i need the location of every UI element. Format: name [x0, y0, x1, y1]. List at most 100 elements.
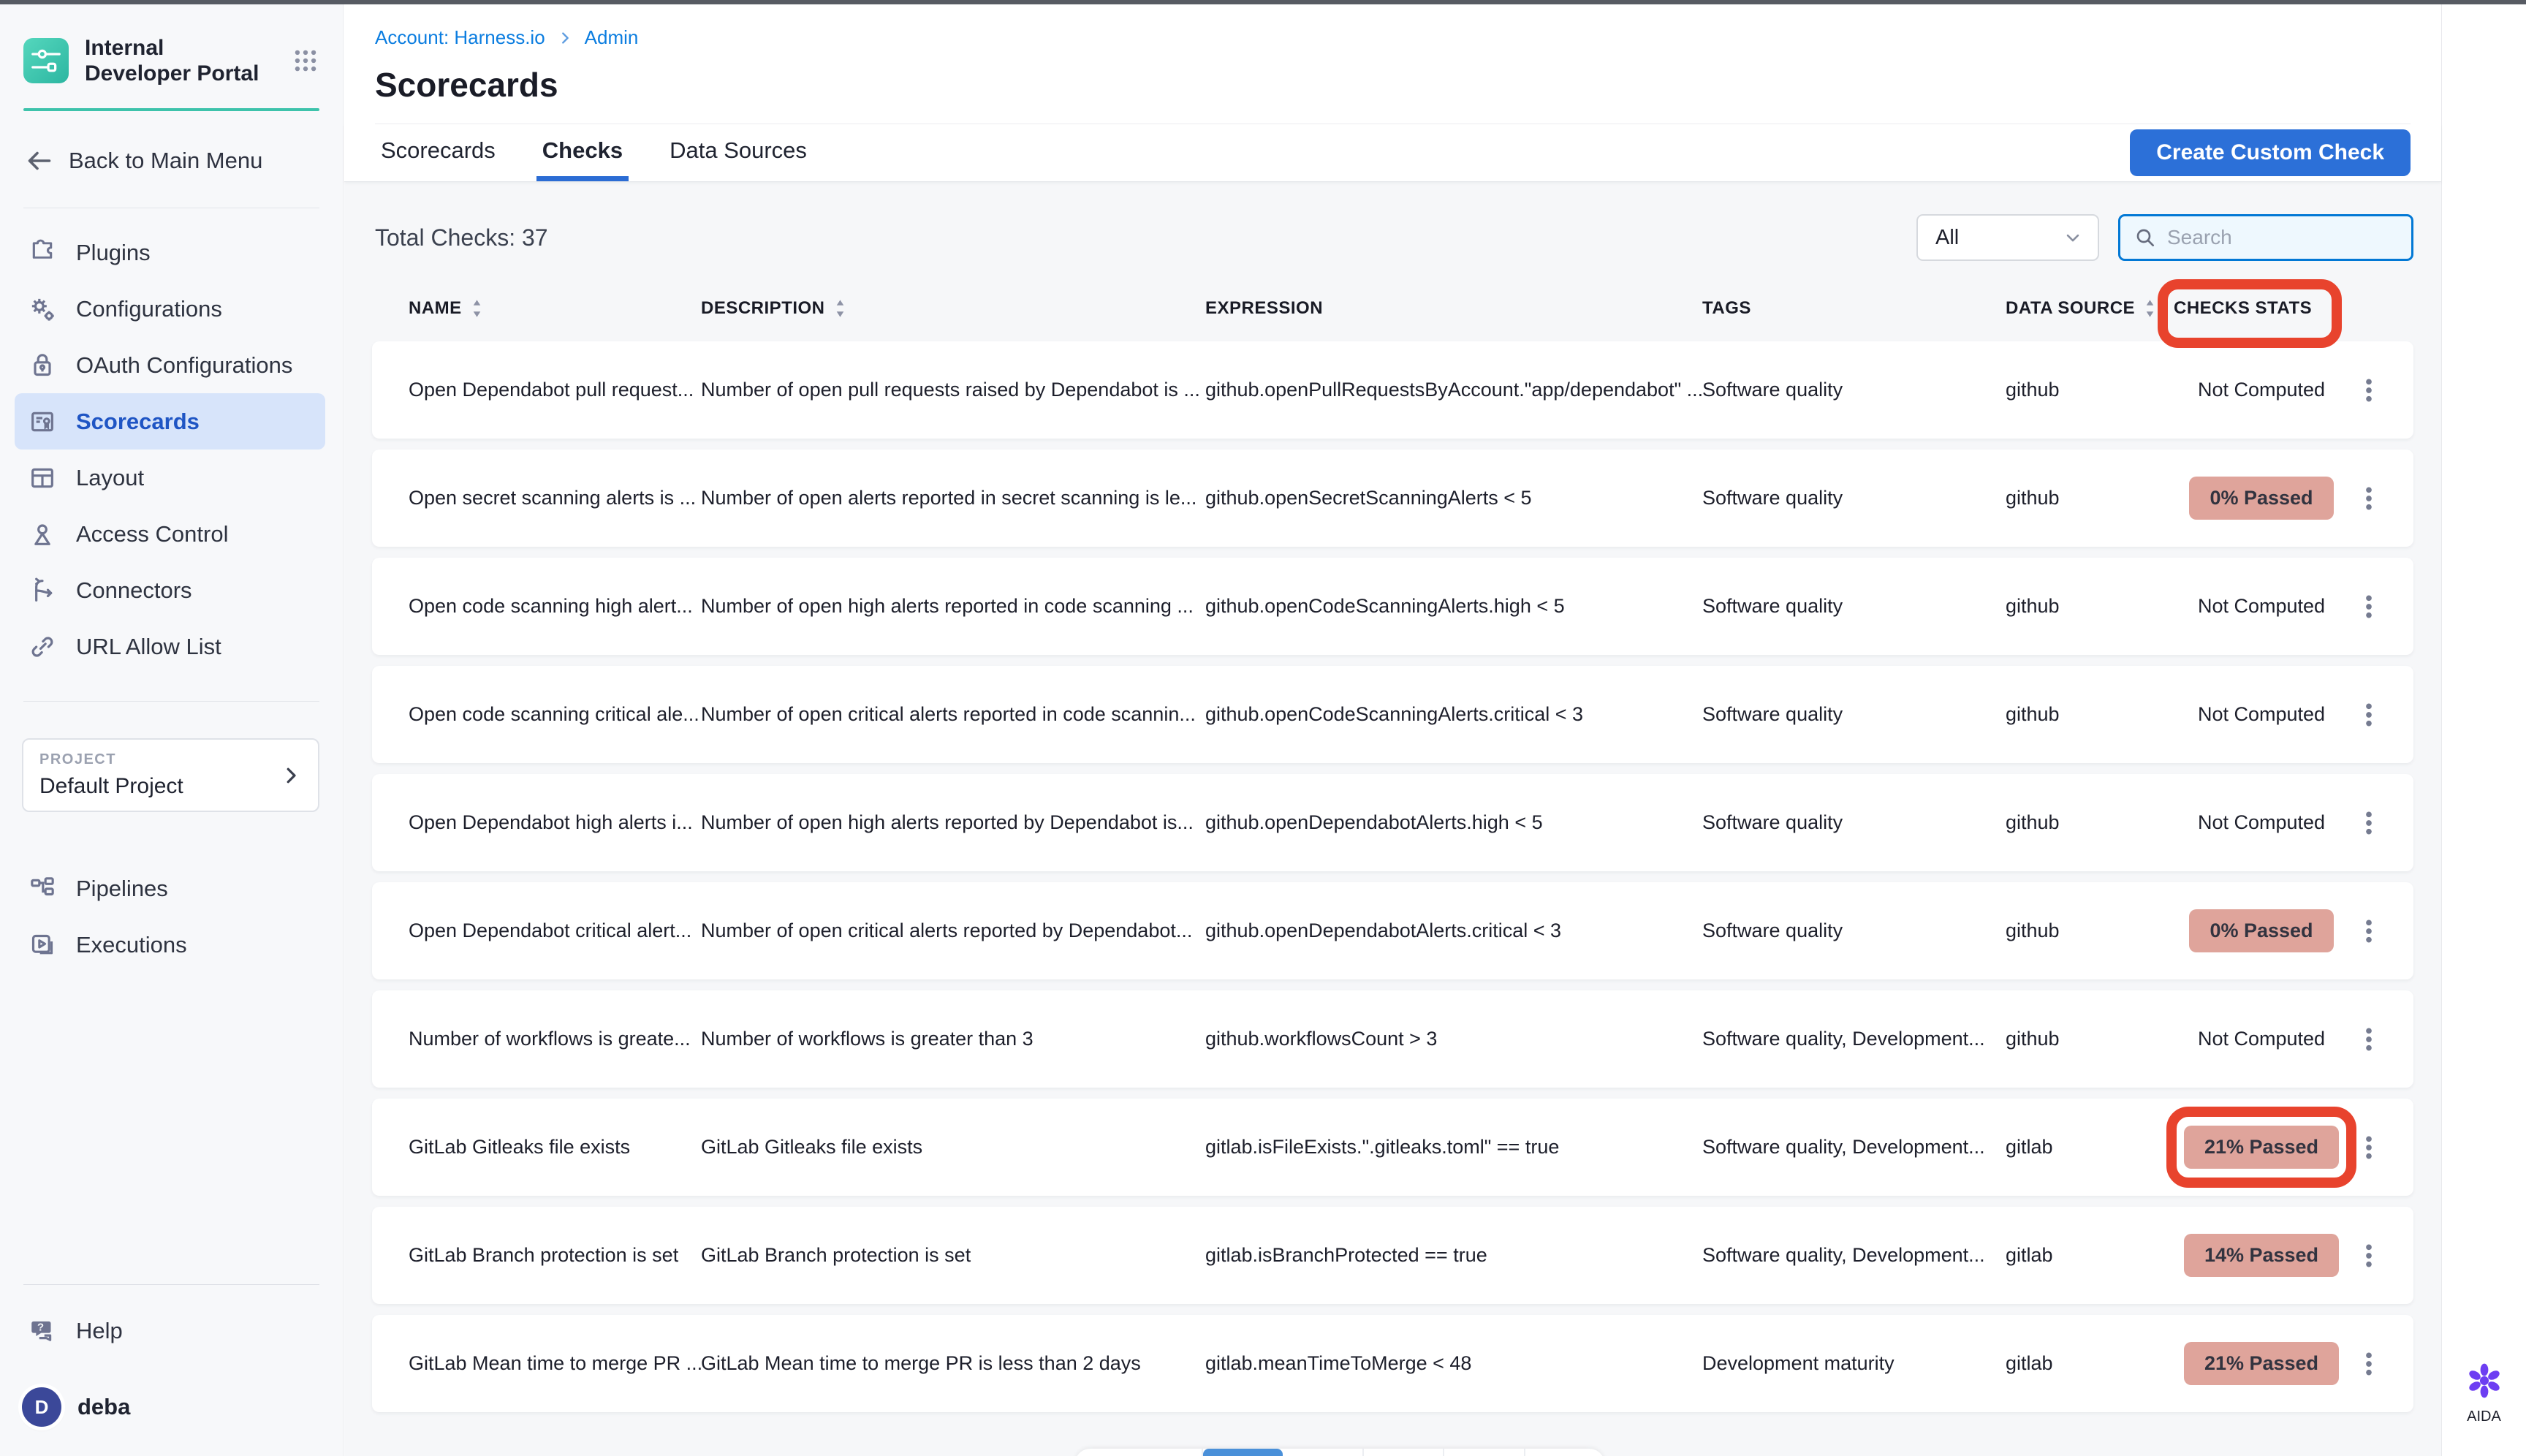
project-selector[interactable]: PROJECT Default Project: [22, 738, 319, 812]
search-icon: [2134, 226, 2157, 249]
check-expression: github.openDependabotAlerts.high < 5: [1205, 811, 1702, 834]
check-expression: github.openDependabotAlerts.critical < 3: [1205, 920, 1702, 942]
row-menu-kebab-icon[interactable]: [2354, 592, 2383, 621]
row-menu-kebab-icon[interactable]: [2354, 1349, 2383, 1379]
sidebar-nav-item[interactable]: OAuth Configurations: [15, 337, 325, 393]
table-row[interactable]: GitLab Mean time to merge PR ... GitLab …: [372, 1315, 2413, 1412]
check-description: Number of workflows is greater than 3: [701, 1028, 1205, 1050]
table-row[interactable]: GitLab Branch protection is set GitLab B…: [372, 1207, 2413, 1304]
column-header: CHECKS STATS: [2174, 298, 2349, 319]
pagination-page[interactable]: [1364, 1449, 1445, 1456]
pagination-bar: [1074, 1449, 1605, 1456]
brand-rule: [23, 108, 319, 111]
table-row[interactable]: GitLab Gitleaks file exists GitLab Gitle…: [372, 1099, 2413, 1196]
check-data-source: github: [2006, 703, 2174, 726]
check-tags: Software quality: [1702, 920, 2006, 942]
create-custom-check-button[interactable]: Create Custom Check: [2130, 129, 2411, 176]
check-name: GitLab Mean time to merge PR ...: [409, 1352, 701, 1375]
check-description: Number of open pull requests raised by D…: [701, 379, 1205, 401]
help-chat-icon: [28, 1316, 58, 1346]
aida-assistant-button[interactable]: AIDA: [2442, 1360, 2526, 1425]
table-row[interactable]: Number of workflows is greate... Number …: [372, 990, 2413, 1088]
check-name: Open code scanning critical ale...: [409, 703, 701, 726]
check-expression: github.openPullRequestsByAccount."app/de…: [1205, 379, 1702, 401]
row-menu-kebab-icon[interactable]: [2354, 1133, 2383, 1162]
check-stats: Not Computed: [2174, 703, 2349, 726]
pagination-next[interactable]: [1525, 1449, 1605, 1456]
sort-icon[interactable]: [2144, 298, 2156, 319]
check-description: GitLab Gitleaks file exists: [701, 1136, 1205, 1159]
check-description: GitLab Mean time to merge PR is less tha…: [701, 1352, 1205, 1375]
status-badge: 0% Passed: [2189, 909, 2333, 952]
chevron-down-icon: [2063, 227, 2083, 248]
sort-icon[interactable]: [471, 298, 483, 319]
sort-icon[interactable]: [834, 298, 846, 319]
avatar: D: [22, 1387, 61, 1427]
check-name: Open Dependabot critical alert...: [409, 920, 701, 942]
app-title: Internal Developer Portal: [85, 35, 260, 86]
row-menu-kebab-icon[interactable]: [2354, 700, 2383, 729]
status-badge: 14% Passed: [2184, 1234, 2339, 1277]
back-to-main-menu[interactable]: Back to Main Menu: [26, 148, 319, 174]
checks-content: Total Checks: 37 All NAME: [344, 182, 2441, 1456]
status-badge: Not Computed: [2198, 379, 2325, 401]
filter-dropdown[interactable]: All: [1916, 214, 2099, 261]
table-row[interactable]: Open Dependabot critical alert... Number…: [372, 882, 2413, 979]
search-input[interactable]: [2167, 226, 2398, 249]
checks-table: Open Dependabot pull request... Number o…: [372, 341, 2413, 1412]
module-grid-icon[interactable]: [292, 47, 319, 75]
table-row[interactable]: Open code scanning critical ale... Numbe…: [372, 666, 2413, 763]
status-badge: Not Computed: [2198, 1028, 2325, 1050]
project-label: PROJECT: [39, 751, 302, 768]
table-row[interactable]: Open code scanning high alert... Number …: [372, 558, 2413, 655]
check-name: Number of workflows is greate...: [409, 1028, 701, 1050]
breadcrumb-account-link[interactable]: Account: Harness.io: [375, 26, 545, 49]
table-row[interactable]: Open Dependabot pull request... Number o…: [372, 341, 2413, 439]
check-data-source: github: [2006, 487, 2174, 509]
sidebar-nav-item[interactable]: Scorecards: [15, 393, 325, 450]
sidebar-nav-item[interactable]: Executions: [15, 917, 325, 973]
sidebar-nav-item[interactable]: Connectors: [15, 562, 325, 618]
sidebar-nav-item[interactable]: Access Control: [15, 506, 325, 562]
nav-item-icon: [28, 407, 57, 436]
column-header: NAME: [409, 298, 701, 319]
pagination-page[interactable]: [1444, 1449, 1525, 1456]
check-stats: 0% Passed: [2174, 477, 2349, 520]
sidebar-nav-item[interactable]: Pipelines: [15, 860, 325, 917]
nav-item-icon: [28, 351, 57, 380]
sidebar-nav-item[interactable]: Plugins: [15, 224, 325, 281]
table-row[interactable]: Open Dependabot high alerts i... Number …: [372, 774, 2413, 871]
check-data-source: gitlab: [2006, 1244, 2174, 1267]
pagination-page[interactable]: [1283, 1449, 1364, 1456]
nav-item-icon: [28, 520, 57, 549]
check-stats: 21% Passed: [2174, 1342, 2349, 1385]
sidebar-nav-item[interactable]: URL Allow List: [15, 618, 325, 675]
row-menu-kebab-icon[interactable]: [2354, 376, 2383, 405]
row-menu-kebab-icon[interactable]: [2354, 484, 2383, 513]
sidebar-nav-item[interactable]: Configurations: [15, 281, 325, 337]
table-row[interactable]: Open secret scanning alerts is ... Numbe…: [372, 450, 2413, 547]
status-badge: 0% Passed: [2189, 477, 2333, 520]
breadcrumb-admin-link[interactable]: Admin: [585, 26, 639, 49]
chevron-right-icon: [557, 30, 573, 46]
help-button[interactable]: Help: [28, 1316, 319, 1346]
check-tags: Software quality: [1702, 703, 2006, 726]
sidebar-nav-item[interactable]: Layout: [15, 450, 325, 506]
pagination-prev[interactable]: [1074, 1449, 1203, 1456]
row-menu-kebab-icon[interactable]: [2354, 1241, 2383, 1270]
pagination-page-active[interactable]: [1203, 1449, 1283, 1456]
nav-item-icon: [28, 463, 57, 493]
row-menu-kebab-icon[interactable]: [2354, 1025, 2383, 1054]
tab[interactable]: Checks: [536, 124, 629, 181]
row-menu-kebab-icon[interactable]: [2354, 917, 2383, 946]
nav-item-icon: [28, 238, 57, 268]
aida-flower-icon: [2464, 1360, 2505, 1401]
tab[interactable]: Scorecards: [375, 124, 501, 181]
page-title: Scorecards: [375, 65, 2411, 124]
tab[interactable]: Data Sources: [664, 124, 813, 181]
status-badge: Not Computed: [2198, 703, 2325, 725]
check-stats: Not Computed: [2174, 1028, 2349, 1050]
user-profile[interactable]: D deba: [22, 1387, 319, 1427]
row-menu-kebab-icon[interactable]: [2354, 808, 2383, 838]
status-badge: Not Computed: [2198, 595, 2325, 617]
